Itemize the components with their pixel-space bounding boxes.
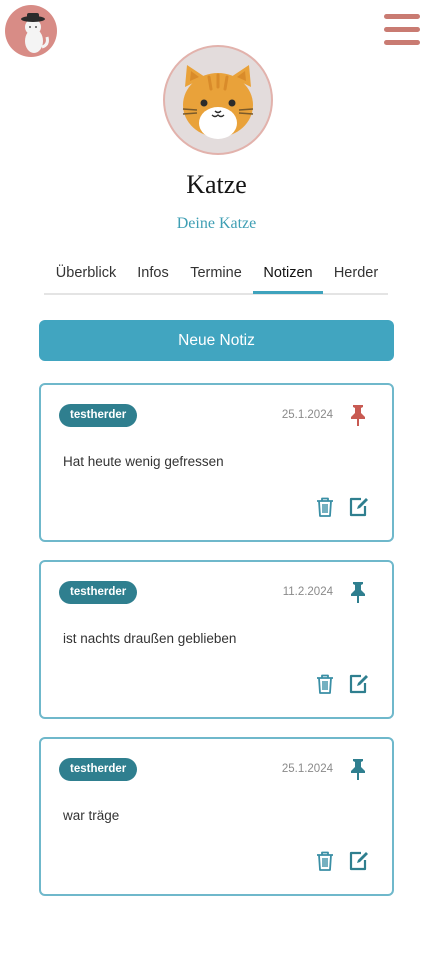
tab-termine[interactable]: Termine xyxy=(187,258,245,291)
note-card: testherder 25.1.2024 Hat heute wenig gef… xyxy=(39,383,394,542)
trash-icon[interactable] xyxy=(315,850,335,872)
new-note-button[interactable]: Neue Notiz xyxy=(39,320,394,361)
tab-notizen[interactable]: Notizen xyxy=(253,258,323,294)
trash-icon[interactable] xyxy=(315,496,335,518)
user-avatar[interactable] xyxy=(5,5,57,57)
menu-bar xyxy=(384,27,420,32)
menu-bar xyxy=(384,14,420,19)
note-date: 25.1.2024 xyxy=(281,409,333,421)
menu-bar xyxy=(384,40,420,45)
author-badge: testherder xyxy=(59,404,138,427)
pet-profile-picture xyxy=(163,45,273,155)
pin-icon[interactable] xyxy=(347,403,369,427)
note-card: testherder 25.1.2024 war träge xyxy=(39,737,394,896)
edit-icon[interactable] xyxy=(348,850,370,872)
edit-icon[interactable] xyxy=(348,673,370,695)
edit-icon[interactable] xyxy=(348,496,370,518)
author-badge: testherder xyxy=(59,758,138,781)
tab-ueberblick[interactable]: Überblick xyxy=(54,258,118,291)
author-badge: testherder xyxy=(59,581,138,604)
trash-icon[interactable] xyxy=(315,673,335,695)
cat-with-hat-icon xyxy=(21,13,49,53)
note-date: 11.2.2024 xyxy=(282,586,333,598)
pet-name: Katze xyxy=(186,170,247,199)
note-text: war träge xyxy=(63,808,120,823)
pin-icon[interactable] xyxy=(347,757,369,781)
pin-icon[interactable] xyxy=(347,580,369,604)
note-text: Hat heute wenig gefressen xyxy=(63,454,224,469)
tab-infos[interactable]: Infos xyxy=(132,258,174,291)
tab-herder[interactable]: Herder xyxy=(331,258,381,291)
note-text: ist nachts draußen geblieben xyxy=(63,631,237,646)
pet-subtitle: Deine Katze xyxy=(176,215,257,232)
tab-bar: Überblick Infos Termine Notizen Herder xyxy=(44,258,388,295)
note-date: 25.1.2024 xyxy=(281,763,333,775)
hamburger-menu-button[interactable] xyxy=(384,14,420,46)
note-card: testherder 11.2.2024 ist nachts draußen … xyxy=(39,560,394,719)
orange-cat-icon xyxy=(182,65,254,139)
